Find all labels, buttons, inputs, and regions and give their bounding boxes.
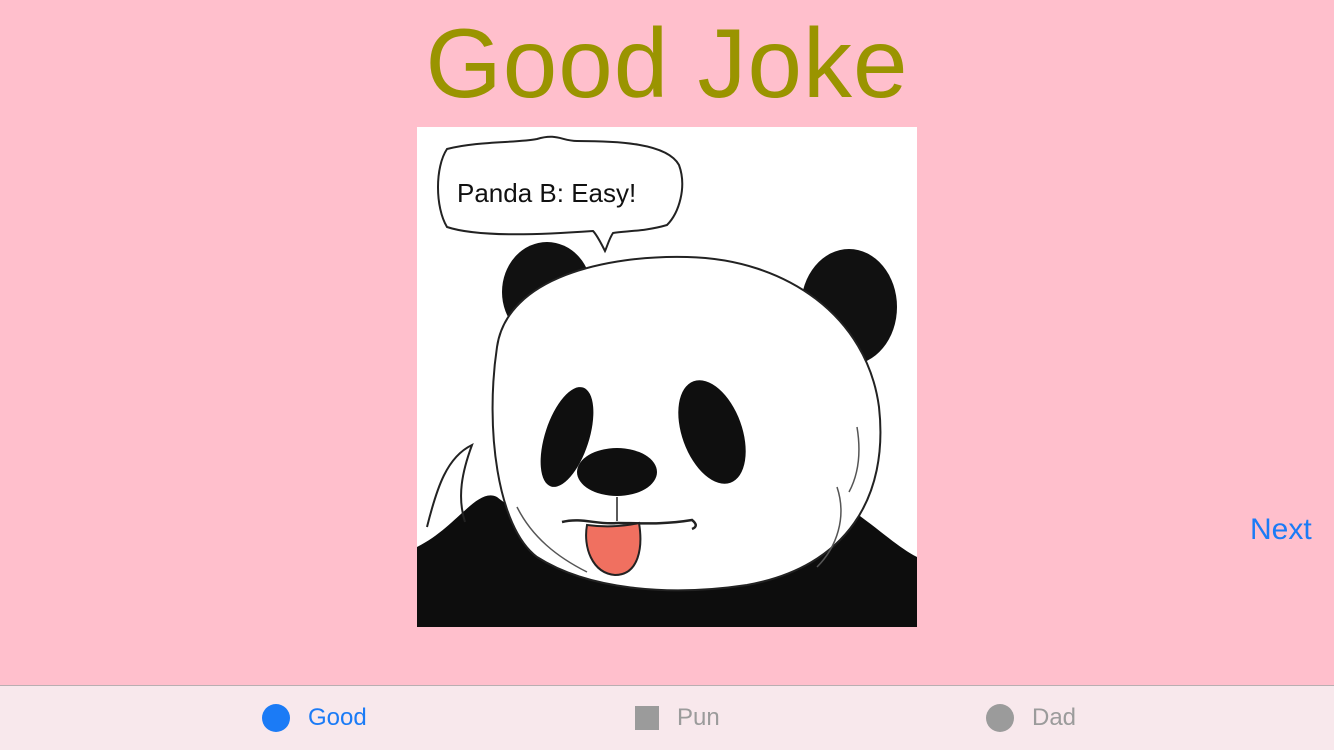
next-button[interactable]: Next bbox=[1250, 510, 1312, 550]
circle-icon bbox=[262, 704, 290, 732]
speech-bubble-text: Panda B: Easy! bbox=[457, 178, 636, 208]
circle-icon bbox=[986, 704, 1014, 732]
panda-illustration: Panda B: Easy! bbox=[417, 135, 917, 627]
joke-image: Panda B: Easy! bbox=[417, 127, 917, 627]
tab-label-dad: Dad bbox=[1032, 704, 1077, 731]
page-title: Good Joke bbox=[425, 8, 909, 118]
tab-dad[interactable]: Dad bbox=[986, 686, 1076, 750]
square-icon bbox=[635, 706, 659, 730]
tab-good[interactable]: Good bbox=[262, 686, 367, 750]
tab-bar: Good Pun Dad bbox=[0, 685, 1334, 750]
tab-label-pun: Pun bbox=[677, 704, 720, 731]
tab-label-good: Good bbox=[308, 704, 367, 731]
tab-pun[interactable]: Pun bbox=[635, 686, 720, 750]
